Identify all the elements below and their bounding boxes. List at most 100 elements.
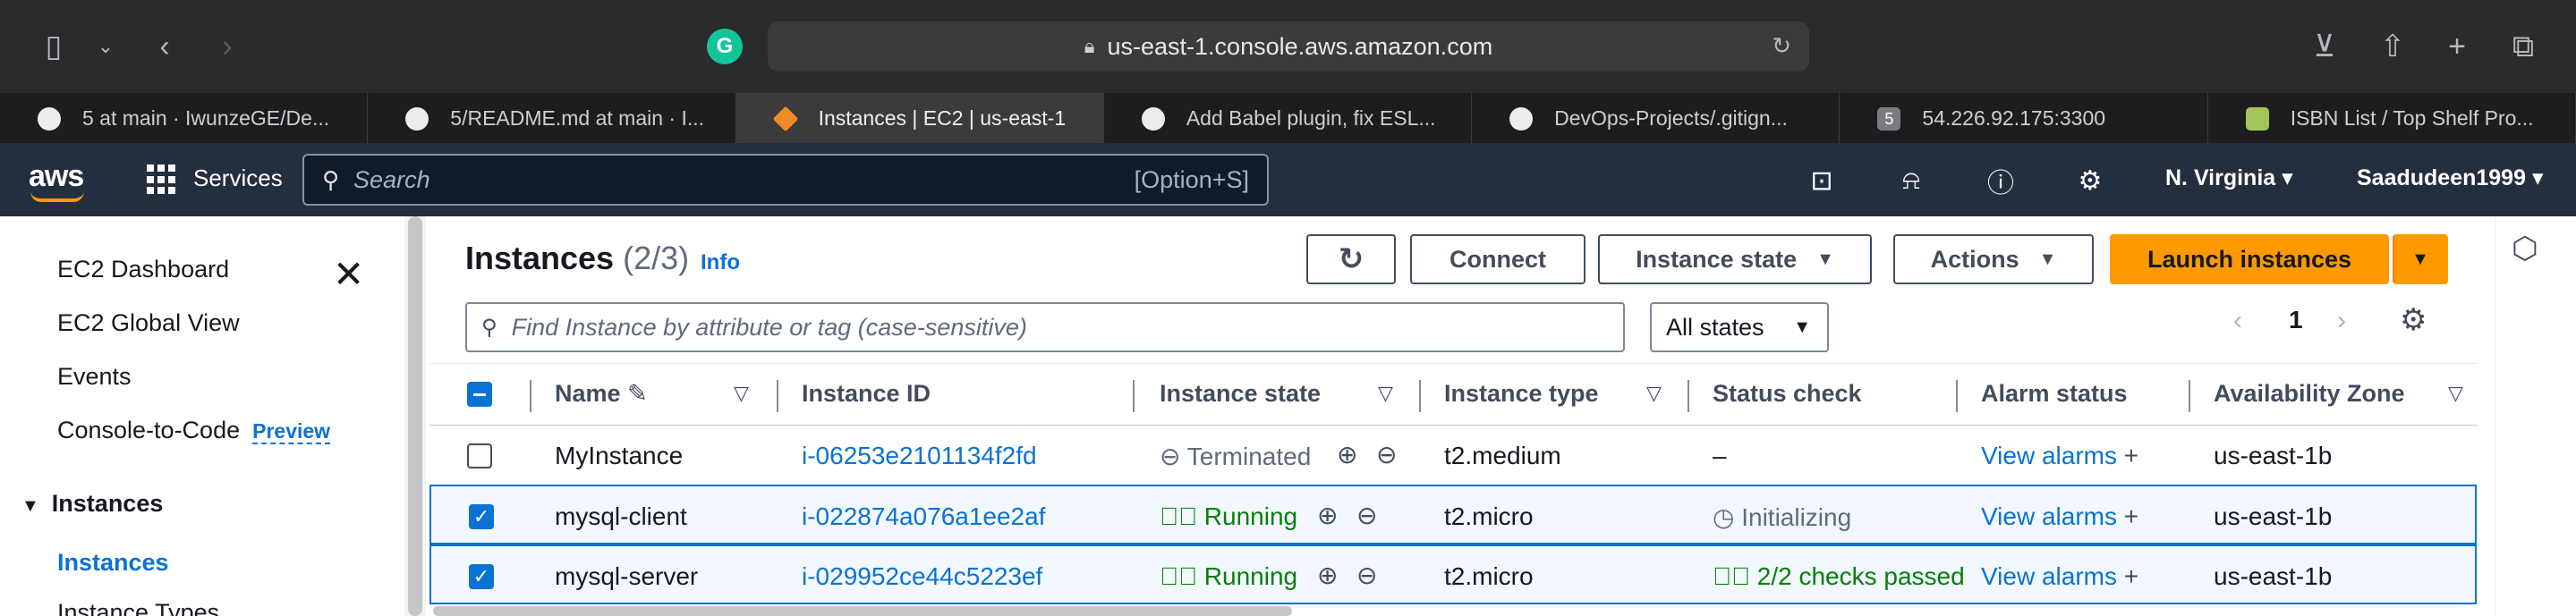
sidebar-item-instances[interactable]: Instances [57,549,169,577]
services-menu[interactable]: Services [193,165,283,192]
view-alarms-link[interactable]: View alarms + [1981,562,2138,591]
tab-openai[interactable]: Add Babel plugin, fix ESL... [1104,93,1473,143]
reload-icon[interactable]: ↻ [1772,32,1791,60]
row-checkbox[interactable] [467,443,492,468]
column-divider[interactable] [1956,380,1958,412]
view-alarms-link[interactable]: View alarms + [1981,502,2138,531]
column-divider[interactable] [530,380,531,412]
row-checkbox[interactable]: ✓ [469,504,494,529]
tab-label: DevOps-Projects/.gitign... [1554,105,1788,130]
instance-id-link[interactable]: i-029952ce44c5223ef [802,562,1042,591]
search-input[interactable]: ⚲ Search [Option+S] [302,154,1269,206]
sidebar-section-instances[interactable]: ▼ Instances [21,490,163,518]
column-header-alarm-status[interactable]: Alarm status [1981,380,2128,408]
column-divider[interactable] [1419,380,1421,412]
column-header-name[interactable]: Name ✎ [555,380,648,408]
table-row[interactable]: ✓ mysql-server i-029952ce44c5223ef ✓⃝ Ru… [429,544,2477,604]
page-number[interactable]: 1 [2289,306,2303,334]
row-checkbox[interactable]: ✓ [469,564,494,589]
tab-github-1[interactable]: 5 at main · IwunzeGE/De... [0,93,369,143]
sort-icon[interactable]: ▽ [734,382,749,405]
services-grid-icon[interactable] [147,165,177,195]
column-header-status-check[interactable]: Status check [1713,380,1862,408]
plus-icon[interactable]: + [2124,502,2138,530]
column-header-instance-type[interactable]: Instance type [1444,380,1599,408]
region-selector[interactable]: N. Virginia ▾ [2165,165,2293,191]
address-bar[interactable]: 🔒︎ us-east-1.console.aws.amazon.com ↻ [768,21,1809,72]
cloudshell-icon[interactable]: ⊡ [1804,163,1840,198]
column-header-instance-id[interactable]: Instance ID [802,380,931,408]
sidebar-item-ec2-global-view[interactable]: EC2 Global View [57,309,240,337]
sidebar-item-console-to-code[interactable]: Console-to-Code Preview [57,417,331,444]
actions-button[interactable]: Actions ▼ [1893,234,2094,284]
column-divider[interactable] [777,380,778,412]
back-icon[interactable]: ‹ [143,25,186,68]
preferences-gear-icon[interactable]: ⚙ [2400,302,2427,338]
zoom-out-icon[interactable]: ⊖ [1356,561,1377,590]
column-divider[interactable] [2189,380,2190,412]
instance-id-link[interactable]: i-06253e2101134f2fd [802,442,1037,470]
previous-page-icon[interactable]: ‹ [2233,306,2242,336]
forward-icon[interactable]: › [206,25,249,68]
zoom-out-icon[interactable]: ⊖ [1356,501,1377,530]
zoom-in-icon[interactable]: ⊕ [1317,561,1338,590]
info-link[interactable]: Info [701,250,740,275]
chevron-down-icon[interactable]: ⌄ [84,25,127,68]
browser-toolbar: ▯ ⌄ ‹ › G 🔒︎ us-east-1.console.aws.amazo… [0,0,2576,93]
sidebar-item-events[interactable]: Events [57,363,132,391]
tab-github-2[interactable]: 5/README.md at main · I... [368,93,736,143]
sort-icon[interactable]: ▽ [1378,382,1393,405]
download-icon[interactable]: ⊻ [2303,25,2346,68]
tab-overview-icon[interactable]: ⧉ [2502,25,2545,68]
aws-logo[interactable]: aws [29,159,84,202]
column-header-instance-state[interactable]: Instance state [1160,380,1321,408]
new-tab-icon[interactable]: + [2436,25,2478,68]
select-all-checkbox[interactable] [467,382,492,407]
state-label: Running [1203,502,1298,530]
sidebar-toggle-icon[interactable]: ▯ [32,25,75,68]
scrollbar-thumb[interactable] [408,216,422,616]
tab-github-3[interactable]: DevOps-Projects/.gitign... [1472,93,1841,143]
help-icon[interactable]: ⓘ [1983,163,2019,198]
availability-zone: us-east-1b [2214,562,2333,590]
github-icon [38,107,61,131]
column-divider[interactable] [1133,380,1135,412]
sidebar-scrollbar[interactable] [404,216,426,616]
plus-icon[interactable]: + [2124,442,2138,469]
tab-ip-address[interactable]: 5 54.226.92.175:3300 [1840,93,2208,143]
gear-icon[interactable]: ⚙ [2072,163,2108,198]
tab-isbn-list[interactable]: ISBN List / Top Shelf Pro... [2208,93,2576,143]
sidebar-item-ec2-dashboard[interactable]: EC2 Dashboard [57,256,229,283]
column-header-availability-zone[interactable]: Availability Zone [2214,380,2405,408]
plus-icon[interactable]: + [2124,562,2138,590]
table-row[interactable]: ✓ mysql-client i-022874a076a1ee2af ✓⃝ Ru… [429,485,2477,544]
instance-state-button[interactable]: Instance state ▼ [1598,234,1872,284]
status-check: ◷ Initializing [1713,502,1851,532]
connect-button[interactable]: Connect [1410,234,1586,284]
bell-icon[interactable]: ⍾ [1893,163,1929,198]
table-horizontal-scrollbar[interactable] [433,606,1292,616]
account-menu[interactable]: Saadudeen1999 ▾ [2357,165,2544,191]
zoom-in-icon[interactable]: ⊕ [1317,501,1338,530]
panel-toggle-icon[interactable]: ⬡ [2512,231,2538,266]
sort-icon[interactable]: ▽ [1646,382,1662,405]
instance-id-link[interactable]: i-022874a076a1ee2af [802,502,1045,531]
table-row[interactable]: MyInstance i-06253e2101134f2fd ⊖ Termina… [429,426,2477,485]
sidebar-item-instance-types[interactable]: Instance Types [57,599,219,616]
instance-filter-input[interactable]: ⚲ Find Instance by attribute or tag (cas… [465,302,1625,352]
tab-ec2-instances[interactable]: Instances | EC2 | us-east-1 [735,93,1104,143]
zoom-in-icon[interactable]: ⊕ [1337,440,1357,469]
state-filter-select[interactable]: All states ▼ [1650,302,1829,352]
launch-dropdown-button[interactable]: ▼ [2393,234,2448,284]
close-icon[interactable]: ✕ [333,252,364,296]
next-page-icon[interactable]: › [2337,306,2346,336]
launch-instances-button[interactable]: Launch instances [2110,234,2389,284]
share-icon[interactable]: ⇧ [2371,25,2414,68]
tab-label: 5 at main · IwunzeGE/De... [82,105,330,130]
sort-icon[interactable]: ▽ [2448,382,2463,405]
grammarly-extension-icon[interactable]: G [707,29,743,64]
refresh-button[interactable]: ↻ [1306,234,1396,284]
column-divider[interactable] [1688,380,1689,412]
zoom-out-icon[interactable]: ⊖ [1376,440,1397,469]
view-alarms-link[interactable]: View alarms + [1981,442,2138,470]
